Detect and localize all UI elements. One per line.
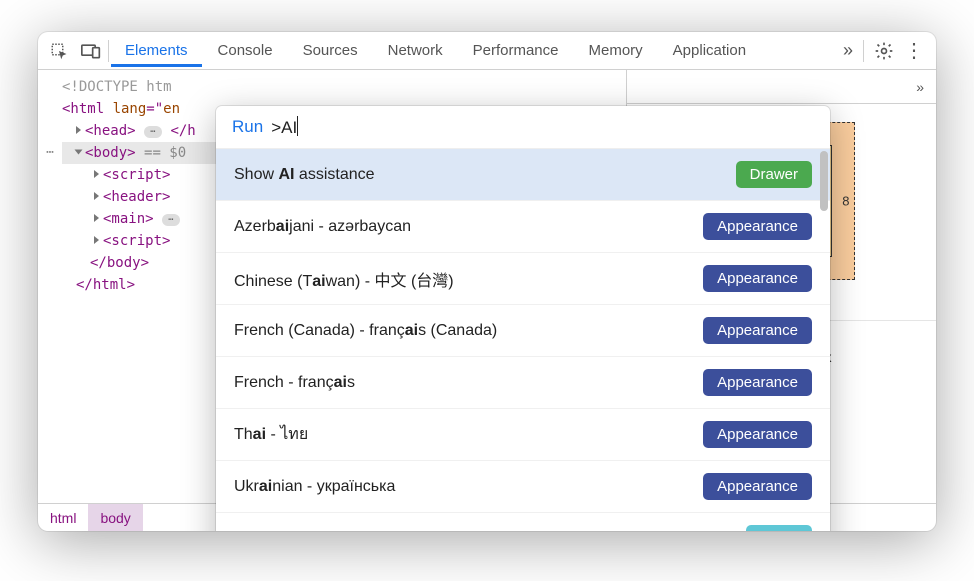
command-item-badge: Appearance [703,317,812,344]
tab-performance[interactable]: Performance [459,34,573,67]
command-item-badge: Drawer [736,161,812,188]
dom-head[interactable]: <head> [85,123,136,139]
command-palette: Run >AI Show AI assistance Drawer Azerbaij… [216,106,830,531]
dom-html-open[interactable]: <html lang="en [62,101,180,117]
dom-html-close[interactable]: </html> [76,277,135,293]
breadcrumb-body[interactable]: body [88,504,142,531]
command-palette-item[interactable]: French - français Appearance [216,357,830,409]
dom-script[interactable]: <script> [103,167,170,183]
sidebar-overflow-icon[interactable]: » [916,79,924,95]
command-item-label: Ukrainian - українська [234,478,395,496]
expand-icon[interactable] [94,170,99,178]
expand-icon[interactable] [94,214,99,222]
inspect-icon[interactable] [44,37,74,65]
command-palette-item[interactable]: Show AI assistance Drawer [216,149,830,201]
dom-main[interactable]: <main> [103,211,154,227]
box-model-margin-right: 8 [842,194,849,209]
divider [863,40,864,62]
text-caret [297,116,298,136]
command-item-badge: Appearance [703,213,812,240]
expand-icon[interactable] [94,192,99,200]
gutter-dots-icon[interactable]: ⋯ [42,142,58,164]
dom-body-close[interactable]: </body> [90,255,149,271]
command-item-label: Chinese (Taiwan) - 中文 (台灣) [234,267,454,291]
command-item-label: Show AI assistance [234,166,375,184]
ellipsis-icon[interactable]: ⋯ [162,214,180,226]
devtools-window: Elements Console Sources Network Perform… [38,32,936,531]
command-item-badge: Appearance [703,265,812,292]
command-palette-item[interactable]: Azerbaijani - azərbaycan Appearance [216,201,830,253]
command-palette-list: Show AI assistance Drawer Azerbaijani - az… [216,149,830,531]
tab-memory[interactable]: Memory [575,34,657,67]
tab-application[interactable]: Application [659,34,760,67]
tab-network[interactable]: Network [374,34,457,67]
command-item-badge: Panel [746,525,812,531]
scrollbar-thumb[interactable] [820,151,828,211]
command-palette-input[interactable]: Run >AI [216,106,830,149]
tab-console[interactable]: Console [204,34,287,67]
sidebar-tabs[interactable]: » [627,70,936,104]
gear-icon[interactable] [874,41,894,61]
command-query: >AI [271,116,298,138]
command-item-label: French - français [234,374,355,392]
command-item-label: Show Application [234,530,358,532]
tab-bar: Elements Console Sources Network Perform… [38,32,936,70]
command-item-label: Azerbaijani - azərbaycan [234,218,411,236]
command-palette-item[interactable]: French (Canada) - français (Canada) Appea… [216,305,830,357]
dom-script[interactable]: <script> [103,233,170,249]
command-palette-item[interactable]: Chinese (Taiwan) - 中文 (台灣) Appearance [216,253,830,305]
command-item-badge: Appearance [703,421,812,448]
command-item-label: French (Canada) - français (Canada) [234,322,497,340]
tab-elements[interactable]: Elements [111,34,202,67]
command-palette-item[interactable]: Ukrainian - українська Appearance [216,461,830,513]
dom-doctype: <!DOCTYPE htm [62,79,172,95]
dom-body[interactable]: <body> [85,145,136,161]
device-toggle-icon[interactable] [76,37,106,65]
command-item-badge: Appearance [703,369,812,396]
divider [108,40,109,62]
command-palette-item[interactable]: Thai - ไทย Appearance [216,409,830,461]
expand-icon[interactable] [75,150,83,155]
breadcrumb-html[interactable]: html [38,504,88,531]
command-palette-item[interactable]: Show Application Panel [216,513,830,531]
dom-header[interactable]: <header> [103,189,170,205]
run-label: Run [232,117,263,137]
expand-icon[interactable] [94,236,99,244]
expand-icon[interactable] [76,126,81,134]
tab-sources[interactable]: Sources [289,34,372,67]
tabs-overflow-icon[interactable]: » [843,40,853,61]
command-item-badge: Appearance [703,473,812,500]
command-item-label: Thai - ไทย [234,422,308,447]
ellipsis-icon[interactable]: ⋯ [144,126,162,138]
selected-node-indicator: == $0 [144,145,186,161]
